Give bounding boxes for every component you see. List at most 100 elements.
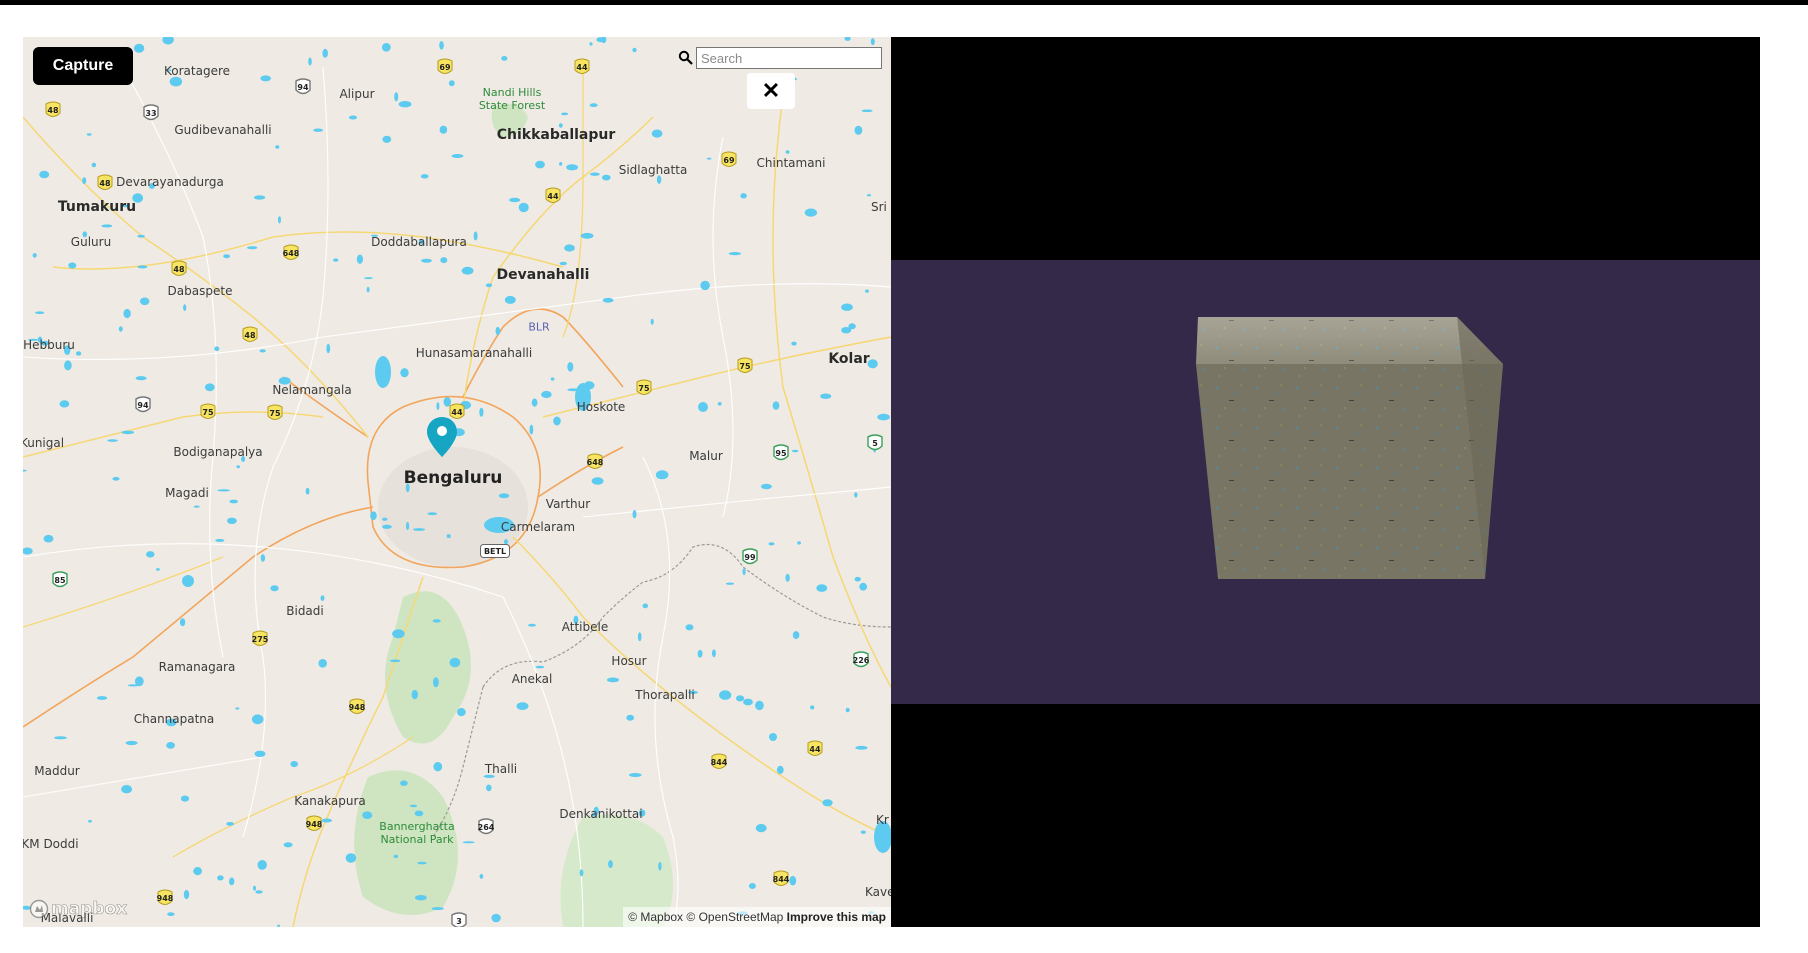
lake xyxy=(414,810,424,817)
lake xyxy=(193,867,203,876)
lake xyxy=(88,819,92,823)
map-panel[interactable]: Koratagere Alipur Nandi Hills State Fore… xyxy=(23,37,891,927)
lake xyxy=(413,528,425,531)
3d-viewer-panel[interactable] xyxy=(891,37,1760,927)
place-label: Sri xyxy=(871,200,887,214)
lake xyxy=(528,623,536,627)
lake xyxy=(606,677,620,683)
lake xyxy=(436,402,440,411)
road-shield: 275 xyxy=(251,629,269,649)
improve-map-link[interactable]: Improve this map xyxy=(787,910,886,924)
park-label: Bannerghatta National Park xyxy=(379,820,455,846)
road-shield-label: 48 xyxy=(173,264,185,274)
attribution-osm-link[interactable]: © OpenStreetMap xyxy=(686,910,783,924)
road-shield: 99 xyxy=(741,547,759,567)
textured-cube[interactable] xyxy=(891,260,1760,704)
search-icon[interactable] xyxy=(678,50,694,66)
place-label: Chintamani xyxy=(756,156,826,170)
road-shield-label: 844 xyxy=(772,874,790,884)
lake xyxy=(166,742,176,749)
lake xyxy=(491,913,501,923)
lake xyxy=(411,689,418,700)
lake xyxy=(86,133,92,136)
place-label: Gudibevanahalli xyxy=(174,123,272,137)
lake xyxy=(420,174,429,179)
road-shield: 844 xyxy=(710,752,728,772)
lake xyxy=(382,524,392,529)
road-shield-label: 75 xyxy=(269,408,281,418)
road-shield: 33 xyxy=(142,103,160,123)
lake xyxy=(140,297,150,306)
road-shield: 75 xyxy=(199,402,217,422)
lake xyxy=(479,407,484,417)
road-shield-label: 648 xyxy=(586,457,604,467)
location-pin-icon[interactable] xyxy=(427,417,457,457)
lake xyxy=(123,308,131,319)
road-shield-label: 48 xyxy=(244,330,256,340)
lake xyxy=(345,853,357,863)
lake xyxy=(651,129,663,138)
3d-scene[interactable] xyxy=(891,260,1760,704)
place-label: Carmelaram xyxy=(500,520,576,534)
road-shield-label: 69 xyxy=(723,155,735,165)
lake xyxy=(685,624,694,631)
lake xyxy=(421,258,432,263)
lake xyxy=(700,280,710,291)
lake xyxy=(769,733,777,741)
lake xyxy=(227,517,237,524)
lake xyxy=(579,869,584,877)
lake xyxy=(559,162,563,166)
mapbox-logo[interactable]: mapbox xyxy=(29,899,127,919)
lake xyxy=(736,695,745,702)
lake xyxy=(179,618,186,627)
lake xyxy=(706,157,712,160)
road-shield-label: 48 xyxy=(47,105,59,115)
close-button[interactable]: ✕ xyxy=(747,73,795,109)
lake xyxy=(215,538,225,542)
lake xyxy=(183,889,190,900)
lake xyxy=(820,393,832,399)
road-shield: 75 xyxy=(266,403,284,423)
lake xyxy=(855,745,868,750)
lake xyxy=(755,700,764,711)
place-label: Anekal xyxy=(511,672,553,686)
lake xyxy=(498,493,510,499)
lake xyxy=(96,696,108,700)
road-shield: 3 xyxy=(450,911,468,927)
road-shield-label: 948 xyxy=(305,819,323,829)
lake xyxy=(364,277,373,280)
road-shield-label: 948 xyxy=(156,893,174,903)
lake xyxy=(398,101,412,108)
lake xyxy=(479,874,484,879)
place-label: Sidlaghatta xyxy=(618,163,688,177)
lake xyxy=(642,603,649,609)
lake xyxy=(566,164,579,171)
lake xyxy=(320,595,325,601)
place-label: Guluru xyxy=(70,235,112,249)
lake xyxy=(257,860,267,870)
road-shield-label: 275 xyxy=(251,634,269,644)
lake xyxy=(433,677,439,688)
capture-button[interactable]: Capture xyxy=(33,47,133,85)
lake xyxy=(461,266,474,275)
road-shield: 48 xyxy=(241,325,259,345)
lake xyxy=(854,125,863,135)
road-shield: 44 xyxy=(544,186,562,206)
search-input[interactable] xyxy=(696,47,882,69)
lake xyxy=(449,657,461,668)
place-label: KM Doddi xyxy=(23,837,79,851)
lake xyxy=(251,714,264,725)
road-shield: 948 xyxy=(348,697,366,717)
lake xyxy=(253,885,256,891)
attribution-mapbox-link[interactable]: © Mapbox xyxy=(628,910,683,924)
lake xyxy=(260,75,271,82)
place-label: Kanakapura xyxy=(294,794,366,808)
road-shield-label: 75 xyxy=(638,383,650,393)
lake xyxy=(39,170,50,179)
lake xyxy=(791,341,797,346)
road-shield-label: 69 xyxy=(439,62,451,72)
lake xyxy=(167,912,175,917)
place-label: Kave xyxy=(865,885,891,899)
lake xyxy=(501,56,508,61)
lake xyxy=(504,295,516,304)
